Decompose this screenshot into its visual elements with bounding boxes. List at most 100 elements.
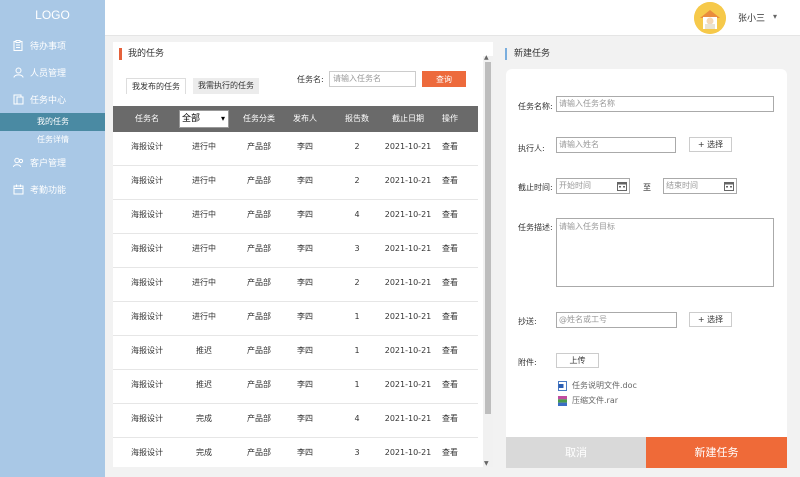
cell-publisher: 李四 bbox=[297, 244, 313, 253]
cell-publisher: 李四 bbox=[297, 176, 313, 185]
cell-status: 进行中 bbox=[192, 312, 216, 321]
table-row: 海报设计 进行中 产品部 李四 2 2021-10-21 查看 bbox=[113, 166, 478, 200]
table-row: 海报设计 进行中 产品部 李四 4 2021-10-21 查看 bbox=[113, 200, 478, 234]
upload-button[interactable]: 上传 bbox=[556, 353, 599, 368]
table-row: 海报设计 进行中 产品部 李四 3 2021-10-21 查看 bbox=[113, 234, 478, 268]
cell-deadline: 2021-10-21 bbox=[384, 448, 432, 457]
end-time-input[interactable]: 结束时间 bbox=[663, 178, 737, 194]
cell-status: 推迟 bbox=[196, 380, 212, 389]
select-executor-button[interactable]: + 选择 bbox=[689, 137, 732, 152]
calendar-icon[interactable] bbox=[724, 181, 734, 191]
sidebar-subitem-task-detail[interactable]: 任务详情 bbox=[0, 131, 105, 149]
word-doc-icon bbox=[558, 380, 567, 391]
document-icon bbox=[12, 94, 24, 106]
chevron-down-icon: ▾ bbox=[220, 114, 225, 123]
cell-reports: 4 bbox=[354, 414, 360, 423]
new-task-form: 任务名称: 请输入任务名称 执行人: 请输入姓名 + 选择 截止时间: 开始时间… bbox=[506, 69, 787, 467]
view-link[interactable]: 查看 bbox=[435, 370, 465, 404]
table-row: 海报设计 进行中 产品部 李四 2 2021-10-21 查看 bbox=[113, 268, 478, 302]
description-textarea[interactable]: 请输入任务目标 bbox=[556, 218, 774, 287]
cell-deadline: 2021-10-21 bbox=[384, 142, 432, 151]
cc-label: 抄送: bbox=[518, 317, 537, 326]
scrollbar[interactable]: ▲ ▼ bbox=[483, 54, 493, 467]
attachment-file[interactable]: 压缩文件.rar bbox=[558, 395, 618, 406]
search-label: 任务名: bbox=[297, 75, 324, 84]
cell-deadline: 2021-10-21 bbox=[384, 312, 432, 321]
sidebar-item-label: 任务中心 bbox=[30, 96, 67, 106]
cell-category: 产品部 bbox=[247, 346, 271, 355]
cc-input[interactable]: @姓名或工号 bbox=[556, 312, 677, 328]
sidebar-item-customers[interactable]: 客户管理 bbox=[0, 149, 105, 176]
cell-publisher: 李四 bbox=[297, 346, 313, 355]
cell-name: 海报设计 bbox=[131, 142, 163, 151]
cell-publisher: 李四 bbox=[297, 312, 313, 321]
table-row: 海报设计 完成 产品部 李四 3 2021-10-21 查看 bbox=[113, 438, 478, 467]
cell-deadline: 2021-10-21 bbox=[384, 380, 432, 389]
panel-title: 我的任务 bbox=[119, 48, 164, 60]
cell-deadline: 2021-10-21 bbox=[384, 346, 432, 355]
tab-my-published[interactable]: 我发布的任务 bbox=[126, 78, 186, 94]
start-time-placeholder: 开始时间 bbox=[559, 181, 591, 190]
view-link[interactable]: 查看 bbox=[435, 268, 465, 302]
create-task-button[interactable]: 新建任务 bbox=[646, 437, 787, 468]
cell-name: 海报设计 bbox=[131, 244, 163, 253]
cell-category: 产品部 bbox=[247, 142, 271, 151]
cell-name: 海报设计 bbox=[131, 414, 163, 423]
view-link[interactable]: 查看 bbox=[435, 200, 465, 234]
scroll-thumb[interactable] bbox=[485, 62, 491, 414]
scroll-up-icon[interactable]: ▲ bbox=[484, 54, 489, 61]
view-link[interactable]: 查看 bbox=[435, 166, 465, 200]
cell-name: 海报设计 bbox=[131, 312, 163, 321]
cell-status: 进行中 bbox=[192, 142, 216, 151]
cell-status: 完成 bbox=[196, 414, 212, 423]
view-link[interactable]: 查看 bbox=[435, 404, 465, 438]
cell-publisher: 李四 bbox=[297, 278, 313, 287]
search-input[interactable]: 请输入任务名 bbox=[329, 71, 416, 87]
chevron-down-icon[interactable]: ▾ bbox=[773, 12, 777, 21]
my-tasks-panel: 我的任务 我发布的任务 我需执行的任务 任务名: 请输入任务名 查询 任务名 全… bbox=[113, 42, 493, 467]
cell-reports: 1 bbox=[354, 346, 360, 355]
cancel-button[interactable]: 取消 bbox=[506, 437, 646, 468]
table-row: 海报设计 推迟 产品部 李四 1 2021-10-21 查看 bbox=[113, 370, 478, 404]
cell-publisher: 李四 bbox=[297, 380, 313, 389]
deadline-label: 截止时间: bbox=[518, 183, 553, 192]
sidebar-item-task-center[interactable]: 任务中心 bbox=[0, 86, 105, 113]
view-link[interactable]: 查看 bbox=[435, 132, 465, 166]
sidebar-subitem-my-tasks[interactable]: 我的任务 bbox=[0, 113, 105, 131]
table-row: 海报设计 推迟 产品部 李四 1 2021-10-21 查看 bbox=[113, 336, 478, 370]
top-header: 张小三 ▾ bbox=[105, 0, 800, 36]
panel-title: 新建任务 bbox=[505, 48, 550, 60]
status-filter-select[interactable]: 全部 ▾ bbox=[179, 110, 229, 128]
view-link[interactable]: 查看 bbox=[435, 302, 465, 336]
view-link[interactable]: 查看 bbox=[435, 336, 465, 370]
cell-reports: 3 bbox=[354, 448, 360, 457]
avatar[interactable] bbox=[694, 2, 726, 34]
cell-status: 推迟 bbox=[196, 346, 212, 355]
status-filter-value: 全部 bbox=[182, 114, 201, 124]
user-icon bbox=[12, 67, 24, 79]
sidebar-item-attendance[interactable]: 考勤功能 bbox=[0, 176, 105, 203]
cell-category: 产品部 bbox=[247, 176, 271, 185]
select-cc-button[interactable]: + 选择 bbox=[689, 312, 732, 327]
table-row: 海报设计 完成 产品部 李四 4 2021-10-21 查看 bbox=[113, 404, 478, 438]
sidebar-item-personnel[interactable]: 人员管理 bbox=[0, 59, 105, 86]
file-name: 压缩文件.rar bbox=[572, 396, 619, 405]
view-link[interactable]: 查看 bbox=[435, 234, 465, 268]
tab-my-to-execute[interactable]: 我需执行的任务 bbox=[193, 78, 259, 94]
rar-file-icon bbox=[558, 395, 567, 406]
col-publisher: 发布人 bbox=[293, 114, 317, 123]
file-name: 任务说明文件.doc bbox=[572, 381, 637, 390]
scroll-down-icon[interactable]: ▼ bbox=[484, 460, 489, 467]
sidebar-item-todo[interactable]: 待办事项 bbox=[0, 32, 105, 59]
calendar-icon[interactable] bbox=[617, 181, 627, 191]
executor-input[interactable]: 请输入姓名 bbox=[556, 137, 676, 153]
query-button[interactable]: 查询 bbox=[422, 71, 466, 87]
cell-deadline: 2021-10-21 bbox=[384, 210, 432, 219]
cell-deadline: 2021-10-21 bbox=[384, 176, 432, 185]
attachment-label: 附件: bbox=[518, 358, 537, 367]
start-time-input[interactable]: 开始时间 bbox=[556, 178, 630, 194]
view-link[interactable]: 查看 bbox=[435, 438, 465, 467]
task-name-input[interactable]: 请输入任务名称 bbox=[556, 96, 774, 112]
attachment-file[interactable]: 任务说明文件.doc bbox=[558, 380, 637, 391]
username[interactable]: 张小三 bbox=[738, 11, 765, 24]
